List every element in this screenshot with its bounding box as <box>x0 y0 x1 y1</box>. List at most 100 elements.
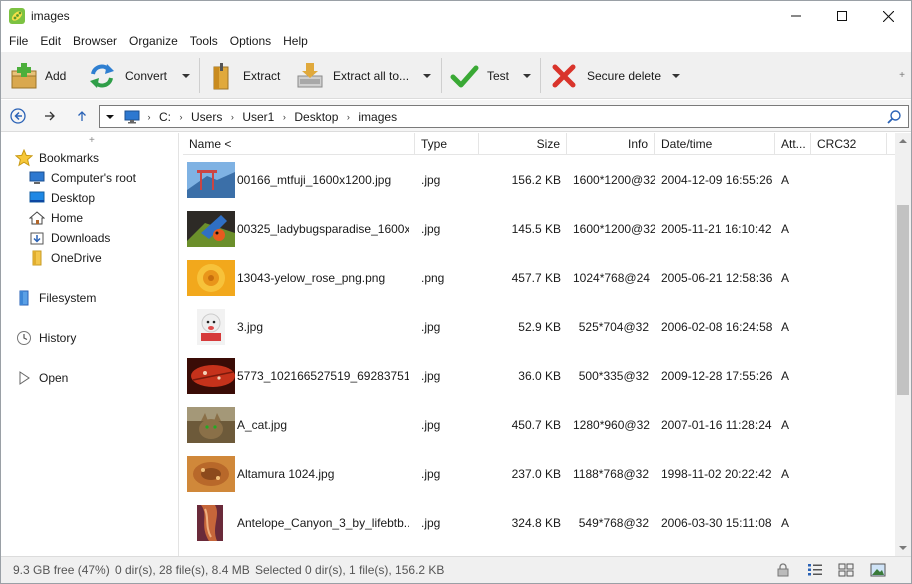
extract-all-button[interactable]: Extract all to... <box>295 57 409 94</box>
breadcrumb-users[interactable]: Users <box>188 110 225 124</box>
sidebar-open[interactable]: Open <box>15 369 68 387</box>
menu-file[interactable]: File <box>3 31 34 52</box>
checkmark-icon <box>449 61 479 91</box>
toolbar-overflow-icon[interactable]: + <box>899 70 905 81</box>
secure-delete-dropdown-arrow[interactable] <box>671 70 681 80</box>
file-name: 00325_ladybugsparadise_1600x1... <box>237 221 409 236</box>
tiles-view-icon[interactable] <box>837 561 855 579</box>
file-info: 1600*1200@32 <box>573 172 655 187</box>
scroll-down-arrow-icon[interactable] <box>895 540 911 556</box>
extract-icon <box>207 61 237 91</box>
extract-all-dropdown-arrow[interactable] <box>422 70 432 80</box>
file-row[interactable]: 00325_ladybugsparadise_1600x1... .jpg 14… <box>183 204 895 253</box>
column-header-date[interactable]: Date/time <box>655 133 775 155</box>
computer-icon <box>124 110 142 124</box>
breadcrumb-desktop[interactable]: Desktop <box>291 110 341 124</box>
menu-organize[interactable]: Organize <box>123 31 184 52</box>
status-free-space: 9.3 GB free (47%) <box>13 563 110 577</box>
test-dropdown-arrow[interactable] <box>522 70 532 80</box>
sidebar-item-onedrive[interactable]: OneDrive <box>29 249 102 267</box>
file-row[interactable]: Altamura 1024.jpg .jpg 237.0 KB 1188*768… <box>183 449 895 498</box>
image-thumbnail <box>187 455 235 492</box>
image-thumbnail <box>187 504 235 541</box>
image-thumbnail <box>187 259 235 296</box>
column-header-type[interactable]: Type <box>415 133 479 155</box>
convert-button[interactable]: Convert <box>87 57 167 94</box>
file-type: .jpg <box>421 221 441 236</box>
file-name: Antelope_Canyon_3_by_lifebtb.... <box>237 515 409 530</box>
window-title: images <box>31 9 70 23</box>
column-header-info[interactable]: Info <box>567 133 655 155</box>
sidebar-item-desktop[interactable]: Desktop <box>29 189 95 207</box>
forward-icon[interactable] <box>41 107 59 125</box>
test-button[interactable]: Test <box>449 57 509 94</box>
file-row[interactable]: 00166_mtfuji_1600x1200.jpg .jpg 156.2 KB… <box>183 155 895 204</box>
file-date: 1998-11-02 20:22:42 <box>661 466 772 481</box>
menu-help[interactable]: Help <box>277 31 314 52</box>
file-row[interactable]: 3.jpg .jpg 52.9 KB 525*704@32 2006-02-08… <box>183 302 895 351</box>
breadcrumb-user1[interactable]: User1 <box>239 110 277 124</box>
file-row[interactable]: Antelope_Canyon_3_by_lifebtb.... .jpg 32… <box>183 498 895 547</box>
file-list: Name < Type Size Info Date/time Att... C… <box>183 133 895 556</box>
file-date: 2009-12-28 17:55:26 <box>661 368 773 383</box>
menu-browser[interactable]: Browser <box>67 31 123 52</box>
file-row[interactable]: 5773_102166527519_692837519_... .jpg 36.… <box>183 351 895 400</box>
sidebar-item-downloads[interactable]: Downloads <box>29 229 110 247</box>
file-row[interactable]: A_cat.jpg .jpg 450.7 KB 1280*960@32 2007… <box>183 400 895 449</box>
file-attributes: A <box>781 270 790 285</box>
file-type: .jpg <box>421 319 441 334</box>
convert-dropdown-arrow[interactable] <box>181 70 191 80</box>
menu-options[interactable]: Options <box>224 31 277 52</box>
sidebar-item-computers-root[interactable]: Computer's root <box>29 169 136 187</box>
up-level-icon[interactable] <box>73 107 91 125</box>
downloads-folder-icon <box>29 230 45 246</box>
secure-delete-label: Secure delete <box>587 68 662 83</box>
vertical-scrollbar[interactable] <box>895 133 911 556</box>
maximize-button[interactable] <box>819 1 865 31</box>
extract-button[interactable]: Extract <box>207 57 280 94</box>
column-header-attributes[interactable]: Att... <box>775 133 811 155</box>
file-name-cell: 3.jpg <box>183 308 415 345</box>
sidebar-filesystem[interactable]: Filesystem <box>15 289 96 307</box>
file-info: 525*704@32 <box>578 319 649 334</box>
thumbnail-view-icon[interactable] <box>869 561 887 579</box>
secure-delete-button[interactable]: Secure delete <box>549 57 661 94</box>
address-history-dropdown[interactable] <box>100 106 120 127</box>
sidebar-bookmarks[interactable]: Bookmarks <box>15 149 99 167</box>
search-icon[interactable] <box>886 109 902 125</box>
sidebar-item-label: Computer's root <box>51 171 136 185</box>
folder-icon <box>29 250 45 266</box>
close-button[interactable] <box>865 1 911 31</box>
sidebar-expand-icon[interactable]: + <box>89 135 95 146</box>
file-name: A_cat.jpg <box>237 417 288 432</box>
file-row[interactable]: 13043-yelow_rose_png.png .png 457.7 KB 1… <box>183 253 895 302</box>
file-name-cell: 5773_102166527519_692837519_... <box>183 357 415 394</box>
lock-icon[interactable] <box>774 561 792 579</box>
add-button[interactable]: Add <box>9 57 66 94</box>
minimize-button[interactable] <box>773 1 819 31</box>
column-header-name[interactable]: Name < <box>183 133 415 155</box>
file-info: 549*768@32 <box>578 515 649 530</box>
file-date: 2005-06-21 12:58:36 <box>661 270 773 285</box>
address-bar[interactable]: › C: › Users › User1 › Desktop › images <box>99 105 909 128</box>
scroll-up-arrow-icon[interactable] <box>895 133 911 149</box>
file-date: 2006-02-08 16:24:58 <box>661 319 773 334</box>
convert-icon <box>87 61 117 91</box>
sidebar-open-label: Open <box>39 371 69 385</box>
add-label: Add <box>45 68 67 83</box>
column-header-size[interactable]: Size <box>479 133 567 155</box>
breadcrumb-drive[interactable]: C: <box>156 110 174 124</box>
sidebar-item-home[interactable]: Home <box>29 209 83 227</box>
menu-tools[interactable]: Tools <box>184 31 224 52</box>
details-view-icon[interactable] <box>806 561 824 579</box>
file-name: 5773_102166527519_692837519_... <box>237 368 409 383</box>
scrollbar-thumb[interactable] <box>897 205 909 395</box>
column-header-crc32[interactable]: CRC32 <box>811 133 887 155</box>
add-archive-icon <box>9 61 39 91</box>
breadcrumb-images[interactable]: images <box>355 110 400 124</box>
sidebar-history[interactable]: History <box>15 329 76 347</box>
back-icon[interactable] <box>9 107 27 125</box>
sidebar: + Bookmarks Computer's root Desktop Home <box>1 133 179 556</box>
extract-all-icon <box>295 61 325 91</box>
menu-edit[interactable]: Edit <box>34 31 67 52</box>
